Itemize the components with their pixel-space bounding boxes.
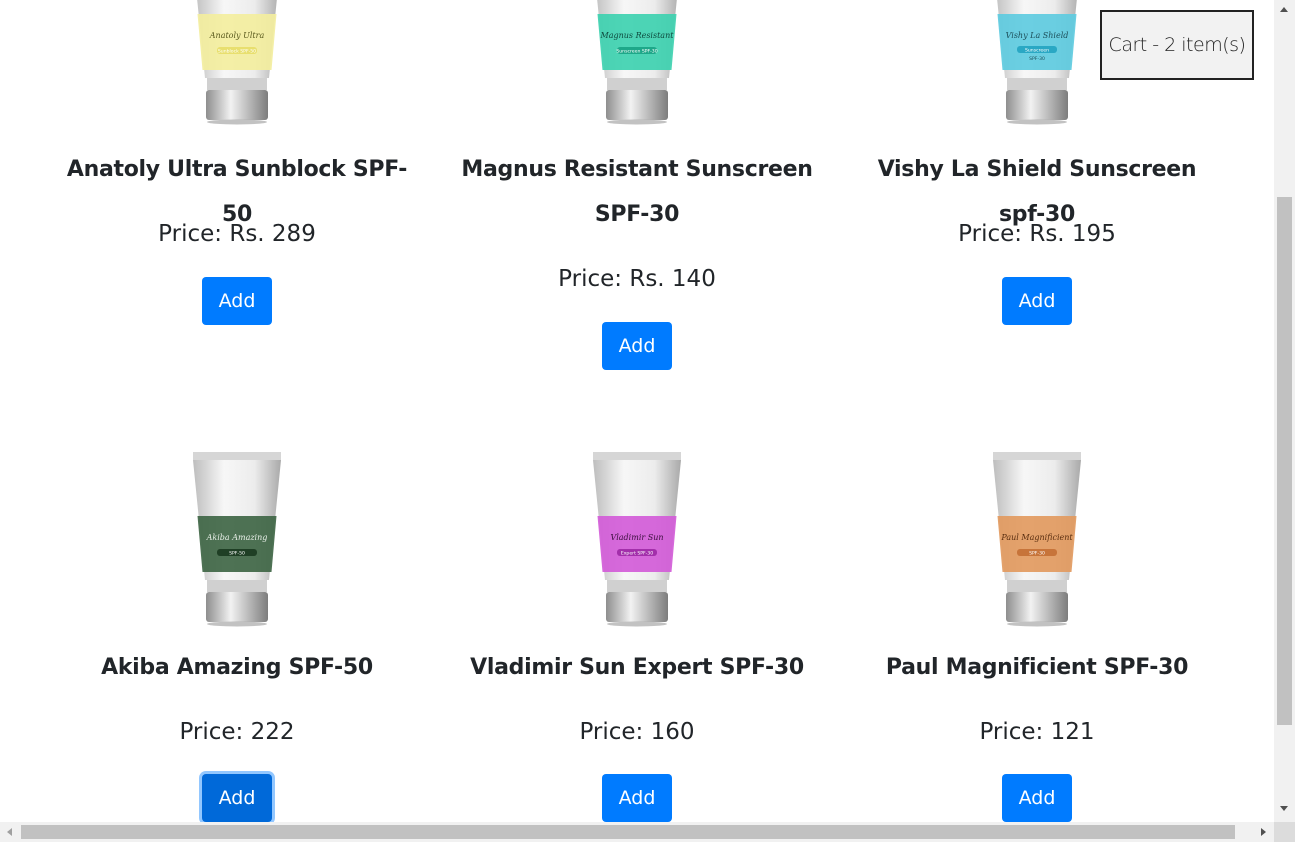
horizontal-scroll-thumb[interactable] [21,825,1235,839]
product-image: Paul Magnificient SPF-30 [993,452,1081,627]
tube-brand-text: Paul Magnificient [1000,533,1073,542]
tube-shadow [1007,621,1067,627]
add-button[interactable]: Add [1002,277,1072,325]
product-price: Price: Rs. 289 [158,221,316,247]
scrollbar-corner [1274,822,1295,842]
tube-shadow [607,621,667,627]
tube-neck [1007,580,1067,592]
tube-shadow [607,119,667,125]
tube-label-band [597,14,677,70]
add-button[interactable]: Add [202,774,272,822]
tube-sub-text: Expert SPF-30 [621,551,653,557]
product-name: Magnus Resistant Sunscreen SPF-30 [461,157,813,227]
product-name: Akiba Amazing SPF-50 [101,655,373,680]
tube-shadow [207,119,267,125]
tube-brand-text: Vladimir Sun [610,533,663,542]
tube-brand-text: Magnus Resistant [600,31,675,40]
tube-sub-text: Sunscreen SPF-30 [616,49,657,55]
scroll-down-arrow-icon[interactable] [1280,806,1288,811]
tube-label-band [997,516,1077,572]
add-button[interactable]: Add [602,774,672,822]
product-price: Price: 222 [179,719,295,745]
scroll-left-arrow-icon[interactable] [7,828,12,836]
tube-sub-text: SPF-50 [229,551,245,557]
tube-sub-text: Sunblock SPF-50 [218,49,256,55]
horizontal-scrollbar[interactable] [0,822,1274,842]
tube-brand-text: Akiba Amazing [206,533,268,542]
tube-neck [207,78,267,90]
tube-sub-text: SPF-30 [1029,551,1045,557]
product-price: Price: 121 [979,719,1095,745]
tube-brand-text: Vishy La Shield [1006,31,1069,40]
vertical-scrollbar[interactable] [1274,0,1295,822]
tube-shadow [207,621,267,627]
tube-shadow [1007,119,1067,125]
cart-button[interactable]: Cart - 2 item(s) [1100,10,1254,80]
tube-crimp [193,452,281,460]
tube-cap [206,592,268,622]
product-image: Anatoly Ultra Sunblock SPF-50 [197,0,277,125]
product-name: Vladimir Sun Expert SPF-30 [470,655,804,680]
vertical-scroll-thumb[interactable] [1277,197,1292,725]
tube-neck [607,78,667,90]
product-image: Vladimir Sun Expert SPF-30 [593,452,681,627]
product-price: Price: 160 [579,719,695,745]
tube-neck [1007,78,1067,90]
tube-sub-text: Sunscreen [1025,48,1049,54]
tube-cap [1006,592,1068,622]
scroll-right-arrow-icon[interactable] [1261,828,1266,836]
tube-cap [1006,90,1068,120]
tube-cap [606,592,668,622]
add-button[interactable]: Add [602,322,672,370]
tube-neck [607,580,667,592]
product-name: Paul Magnificient SPF-30 [885,655,1189,680]
product-image: Magnus Resistant Sunscreen SPF-30 [597,0,677,125]
product-price: Price: Rs. 140 [558,266,716,292]
tube-neck [207,580,267,592]
tube-label-band [197,516,277,572]
product-image: Vishy La Shield Sunscreen SPF-30 [997,0,1077,125]
tube-cap [206,90,268,120]
tube-cap [606,90,668,120]
tube-crimp [993,452,1081,460]
add-button[interactable]: Add [1002,774,1072,822]
product-price: Price: Rs. 195 [958,221,1116,247]
scroll-up-arrow-icon[interactable] [1280,7,1288,12]
product-image: Akiba Amazing SPF-50 [193,452,281,627]
tube-label-band [197,14,277,70]
tube-sub-text-2: SPF-30 [1029,56,1045,62]
tube-crimp [593,452,681,460]
add-button[interactable]: Add [202,277,272,325]
product-page: Anatoly Ultra Sunblock SPF-50 Anatoly Ult… [0,0,1274,822]
tube-brand-text: Anatoly Ultra [209,31,265,40]
tube-label-band [597,516,677,572]
